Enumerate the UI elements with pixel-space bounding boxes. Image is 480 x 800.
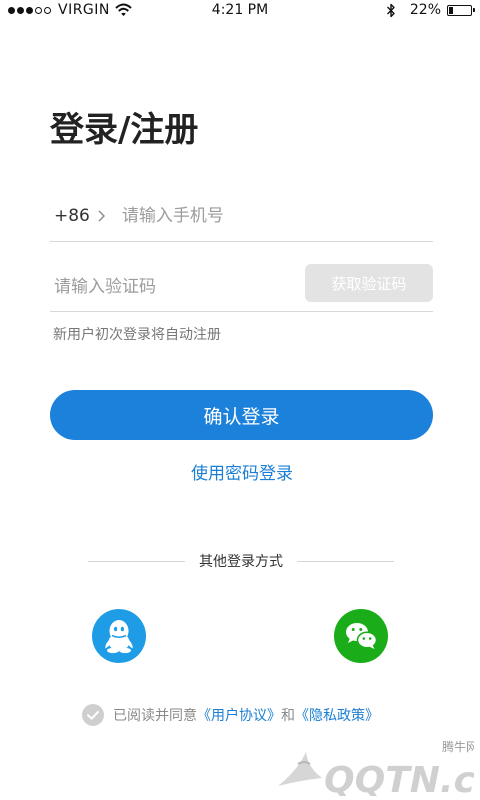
- agreement-row: 已阅读并同意 《用户协议》 和 《隐私政策》: [82, 704, 379, 726]
- watermark-logo: 腾牛网 QQTN.com: [278, 739, 474, 796]
- password-login-link[interactable]: 使用密码登录: [0, 462, 480, 486]
- page-title: 登录/注册: [50, 110, 199, 150]
- other-login-label: 其他登录方式: [199, 554, 283, 570]
- privacy-policy-link[interactable]: 《隐私政策》: [295, 705, 379, 725]
- battery-level-fill: [449, 6, 454, 14]
- confirm-login-button[interactable]: 确认登录: [50, 390, 433, 440]
- country-code-selector[interactable]: +86: [54, 206, 105, 226]
- phone-input-row: +86: [50, 190, 433, 242]
- qqtn-watermark: 腾牛网 QQTN.com: [264, 734, 474, 796]
- divider-line-left: [88, 560, 185, 562]
- phone-number-input[interactable]: [121, 205, 402, 226]
- agreement-checkbox[interactable]: [82, 704, 104, 726]
- watermark-brand-cn: 腾牛网: [442, 739, 474, 754]
- status-bar-right: 22%: [386, 1, 475, 19]
- verification-code-row: 获取验证码: [50, 262, 433, 312]
- get-code-button[interactable]: 获取验证码: [305, 264, 433, 302]
- divider-line-right: [297, 560, 394, 562]
- user-agreement-link[interactable]: 《用户协议》: [197, 705, 281, 725]
- wechat-icon: [346, 623, 378, 649]
- agreement-and: 和: [281, 708, 295, 724]
- bluetooth-icon: [386, 3, 395, 17]
- verification-code-input[interactable]: [54, 276, 284, 297]
- other-login-divider: 其他登录方式: [88, 550, 394, 572]
- qq-login-button[interactable]: [92, 609, 146, 663]
- qq-icon: [105, 620, 133, 654]
- wechat-login-button[interactable]: [334, 609, 388, 663]
- watermark-brand-en: QQTN.com: [324, 760, 474, 796]
- battery-percent: 22%: [409, 2, 441, 18]
- chevron-right-icon: [98, 210, 105, 221]
- check-icon: [87, 711, 99, 720]
- battery-icon: [447, 4, 475, 16]
- agreement-prefix: 已阅读并同意: [113, 708, 197, 724]
- country-code-label: +86: [54, 205, 90, 226]
- status-bar: VIRGIN 4:21 PM 22%: [0, 0, 480, 20]
- auto-register-hint: 新用户初次登录将自动注册: [53, 327, 221, 343]
